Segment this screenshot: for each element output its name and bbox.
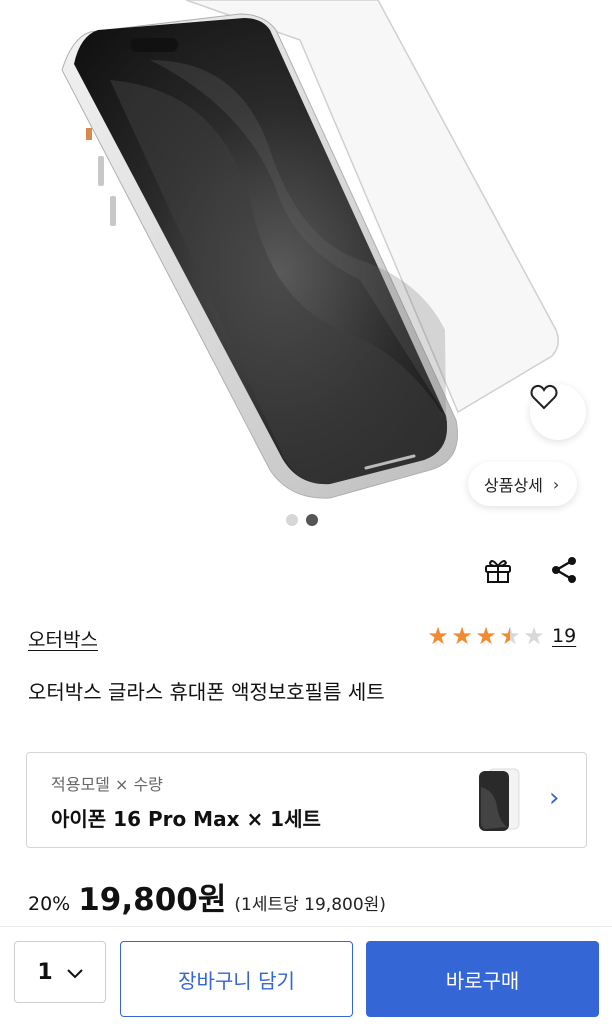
option-value: 아이폰 16 Pro Max × 1세트 xyxy=(51,807,321,831)
product-title: 오터박스 글라스 휴대폰 액정보호필름 세트 xyxy=(28,680,385,704)
chevron-right-icon: › xyxy=(552,474,560,494)
heart-icon xyxy=(530,384,558,410)
wishlist-button[interactable] xyxy=(530,384,586,440)
star-empty-icon: ★ xyxy=(523,622,545,650)
carousel-dot[interactable] xyxy=(286,514,298,526)
price-row: 20% 19,800원 (1세트당 19,800원) xyxy=(28,874,386,919)
quantity-value: 1 xyxy=(37,959,53,985)
action-icons xyxy=(480,552,582,588)
share-icon[interactable] xyxy=(546,552,582,588)
rating[interactable]: ★ ★ ★ ★ ★ 19 xyxy=(426,624,576,648)
product-photo xyxy=(61,0,559,499)
unit-price: (1세트당 19,800원) xyxy=(234,895,386,915)
option-label: 적용모델 × 수량 xyxy=(51,775,163,794)
buy-now-button[interactable]: 바로구매 xyxy=(366,941,599,1017)
chevron-down-icon xyxy=(66,960,83,985)
star-full-icon: ★ xyxy=(451,622,473,650)
brand-link[interactable]: 오터박스 xyxy=(28,625,98,652)
quantity-select[interactable]: 1 xyxy=(14,941,106,1003)
carousel-indicator xyxy=(286,514,318,526)
star-full-icon: ★ xyxy=(475,622,497,650)
add-to-cart-button[interactable]: 장바구니 담기 xyxy=(120,941,353,1017)
sale-price: 19,800원 xyxy=(78,882,227,918)
product-detail-label: 상품상세 xyxy=(484,476,543,495)
star-full-icon: ★ xyxy=(427,622,449,650)
product-detail-button[interactable]: 상품상세 › xyxy=(468,462,578,506)
star-half-icon: ★ xyxy=(499,622,521,650)
product-image[interactable]: 상품상세 › xyxy=(0,0,612,540)
chevron-right-icon: › xyxy=(549,783,560,813)
gift-icon[interactable] xyxy=(480,552,516,588)
option-selector[interactable]: 적용모델 × 수량 아이폰 16 Pro Max × 1세트 › xyxy=(26,752,587,848)
bottom-purchase-bar: 1 장바구니 담기 바로구매 xyxy=(0,926,612,1024)
option-thumbnail xyxy=(479,768,520,831)
carousel-dot-active[interactable] xyxy=(306,514,318,526)
discount-rate: 20% xyxy=(28,893,71,915)
review-count-link[interactable]: 19 xyxy=(552,625,576,647)
